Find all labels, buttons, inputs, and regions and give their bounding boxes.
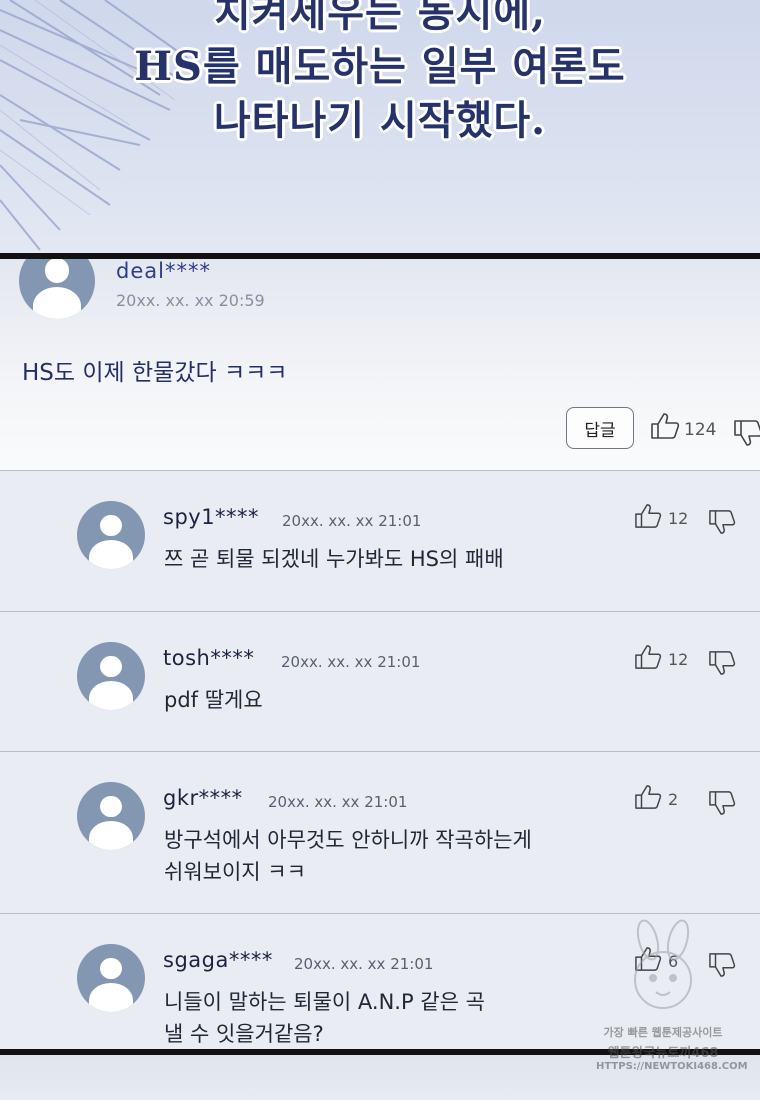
thumbs-up-icon[interactable] [634, 503, 662, 529]
reply-content-line: 쯔 곧 퇴물 되겠네 누가봐도 HS의 패배 [164, 547, 504, 571]
thumbs-up-icon[interactable] [650, 412, 680, 440]
thumbs-down-icon[interactable] [708, 650, 736, 676]
reply-item: gkr**** 20xx. xx. xx 21:01 방구석에서 아무것도 안하… [0, 752, 760, 914]
reply-item: sgaga**** 20xx. xx. xx 21:01 니들이 말하는 퇴물이… [0, 914, 760, 1049]
thumbs-up-icon[interactable] [634, 784, 662, 810]
reply-username[interactable]: sgaga**** [163, 948, 273, 972]
reply-item: spy1**** 20xx. xx. xx 21:01 쯔 곧 퇴물 되겠네 누… [0, 471, 760, 612]
thumbs-down-icon[interactable] [708, 952, 736, 978]
like-count: 124 [684, 420, 717, 440]
reply-content: 방구석에서 아무것도 안하니까 작곡하는게 쉬워보이지 ㅋㅋ [164, 824, 532, 888]
reply-content-line: 낼 수 잇을거같음? [164, 1022, 324, 1046]
like-count: 12 [668, 509, 689, 528]
reply-timestamp: 20xx. xx. xx 21:01 [281, 653, 421, 671]
reply-content-line: 방구석에서 아무것도 안하니까 작곡하는게 [164, 828, 532, 852]
top-comment: deal**** 20xx. xx. xx 20:59 HS도 이제 한물갔다 … [0, 259, 760, 471]
reply-username[interactable]: spy1**** [163, 505, 259, 529]
reply-content: 니들이 말하는 퇴물이 A.N.P 같은 곡 낼 수 잇을거같음? [164, 986, 485, 1049]
reply-content: pdf 딸게요 [164, 684, 263, 716]
comment-timestamp: 20xx. xx. xx 20:59 [116, 291, 265, 310]
reply-content-line: 쉬워보이지 ㅋㅋ [164, 860, 306, 884]
bottom-strip [0, 1055, 760, 1100]
comment-content: HS도 이제 한물갔다 ㅋㅋㅋ [22, 360, 288, 386]
reply-timestamp: 20xx. xx. xx 21:01 [268, 793, 408, 811]
reply-username[interactable]: gkr**** [163, 786, 243, 810]
narration-line: 나타나기 시작했다. [213, 97, 547, 144]
user-avatar[interactable] [77, 782, 145, 850]
user-avatar[interactable] [77, 642, 145, 710]
reply-content: 쯔 곧 퇴물 되겠네 누가봐도 HS의 패배 [164, 543, 504, 575]
comment-username[interactable]: deal**** [116, 259, 211, 283]
like-count: 6 [668, 952, 679, 971]
thumbs-up-icon[interactable] [634, 644, 662, 670]
like-count: 2 [668, 790, 679, 809]
thumbs-up-icon[interactable] [634, 946, 662, 972]
narration-line: 치켜세우는 동시에, [213, 0, 547, 36]
narration-line: HS를 매도하는 일부 여론도 [134, 43, 626, 90]
comment-panel: deal**** 20xx. xx. xx 20:59 HS도 이제 한물갔다 … [0, 253, 760, 1055]
user-avatar[interactable] [77, 501, 145, 569]
user-avatar[interactable] [19, 259, 95, 319]
reply-username[interactable]: tosh**** [163, 646, 254, 670]
user-avatar[interactable] [77, 944, 145, 1012]
narration-panel: 치켜세우는 동시에, HS를 매도하는 일부 여론도 나타나기 시작했다. [0, 0, 760, 255]
reply-button[interactable]: 답글 [566, 407, 634, 449]
thumbs-down-icon[interactable] [708, 509, 736, 535]
narration-text: 치켜세우는 동시에, HS를 매도하는 일부 여론도 나타나기 시작했다. [0, 0, 760, 148]
reply-content-line: 니들이 말하는 퇴물이 A.N.P 같은 곡 [164, 990, 485, 1014]
reply-content-line: pdf 딸게요 [164, 688, 263, 712]
reply-timestamp: 20xx. xx. xx 21:01 [282, 512, 422, 530]
reply-item: tosh**** 20xx. xx. xx 21:01 pdf 딸게요 12 [0, 612, 760, 752]
thumbs-down-icon[interactable] [708, 790, 736, 816]
thumbs-down-icon[interactable] [733, 419, 760, 447]
like-count: 12 [668, 650, 689, 669]
reply-timestamp: 20xx. xx. xx 21:01 [294, 955, 434, 973]
